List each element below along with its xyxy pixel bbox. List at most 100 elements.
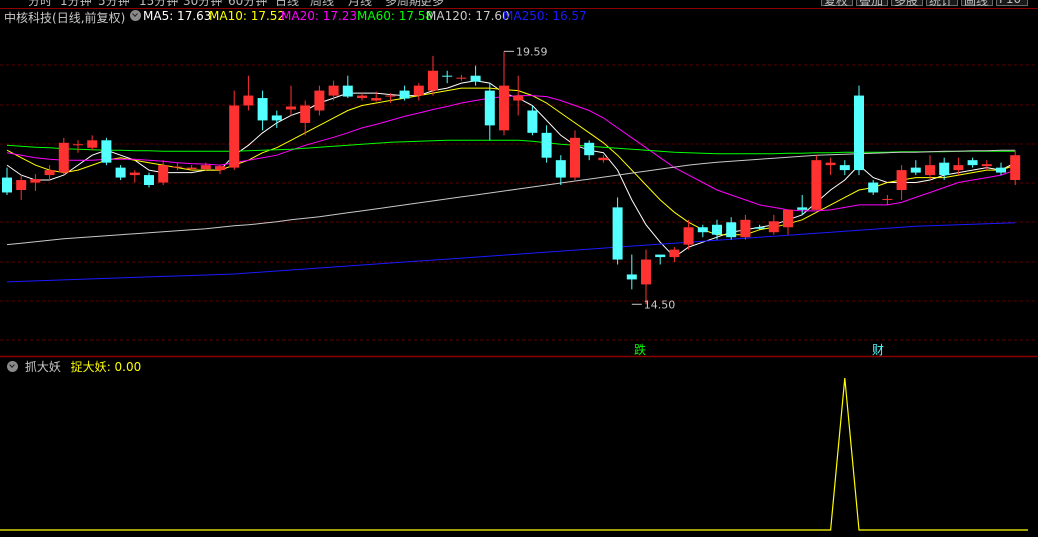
toolbar-button[interactable]: 多股 xyxy=(891,0,923,6)
toolbar-button-label: F10 xyxy=(999,0,1021,6)
candle-body xyxy=(768,221,779,233)
candle xyxy=(16,175,27,200)
candle xyxy=(541,125,552,163)
candle xyxy=(144,172,154,188)
ma-legend-ma5: MA5: 17.63 xyxy=(143,9,212,23)
indicator-line xyxy=(0,377,1028,531)
ma-legend-ma20: MA20: 17.23 xyxy=(281,9,358,23)
toolbar-tab[interactable]: 1分钟 xyxy=(60,0,92,6)
candle xyxy=(712,219,722,240)
candle xyxy=(811,155,822,210)
candle xyxy=(783,209,793,235)
candle-body xyxy=(641,259,651,285)
ma-toggle-icon[interactable] xyxy=(127,9,144,23)
candle-body xyxy=(712,224,722,235)
candle xyxy=(229,90,240,171)
main-grid xyxy=(0,64,1038,341)
candle xyxy=(825,157,836,176)
candle xyxy=(115,165,126,181)
candle xyxy=(967,157,978,168)
candle xyxy=(641,249,651,305)
candle-body xyxy=(981,164,992,167)
candle-body xyxy=(910,167,921,173)
candle xyxy=(626,254,637,290)
stock-chart: 19.59 14.50 跌 财 xyxy=(0,8,1038,531)
toolbar-button[interactable]: 叠加 xyxy=(856,0,888,6)
candle-body xyxy=(967,160,978,166)
candle-body xyxy=(527,110,538,133)
ma-legend-ma10: MA10: 17.52 xyxy=(209,9,286,23)
candle-body xyxy=(342,85,353,97)
candle xyxy=(257,90,268,131)
indicator-toggle-icon[interactable] xyxy=(7,361,18,372)
candle xyxy=(882,194,893,205)
candle xyxy=(499,51,509,136)
toolbar-button[interactable]: 画线 xyxy=(961,0,993,6)
toolbar-tab[interactable]: 5分钟 xyxy=(98,0,130,6)
toolbar-tab[interactable]: 周线 xyxy=(310,0,334,6)
toolbar-button[interactable]: 统计 xyxy=(926,0,958,6)
indicator-name: 抓大妖 xyxy=(24,360,61,374)
candle-body xyxy=(854,95,864,171)
candle-body xyxy=(172,166,183,168)
toolbar-button[interactable]: 复权 xyxy=(821,0,853,6)
candle xyxy=(428,55,438,96)
ma-legend-ma60: MA60: 17.58 xyxy=(357,9,434,23)
candle-body xyxy=(243,95,254,106)
candle-body xyxy=(399,90,410,99)
candle xyxy=(669,247,680,263)
candle-body xyxy=(882,198,893,200)
candle xyxy=(314,85,325,116)
toolbar-tab[interactable]: 分时 xyxy=(28,0,52,6)
candle-body xyxy=(44,170,55,176)
candle xyxy=(44,165,55,181)
toolbar-button[interactable]: F10 xyxy=(996,0,1028,6)
candle-body xyxy=(286,106,296,110)
toolbar-button-label: 多股 xyxy=(894,0,918,6)
toolbar-tab[interactable]: 更多 xyxy=(420,0,444,6)
candle-body xyxy=(314,90,325,111)
main-chart-info-bar: 中核科技(日线,前复权) MA5: 17.63 MA10: 17.52 MA20: … xyxy=(0,8,1038,26)
candle xyxy=(129,170,140,183)
candle xyxy=(527,105,538,136)
candle xyxy=(740,214,751,240)
candle xyxy=(300,100,311,136)
candle xyxy=(854,85,864,176)
candle-body xyxy=(16,180,27,190)
candle xyxy=(172,162,183,171)
candle-body xyxy=(385,95,396,97)
candle xyxy=(768,214,779,235)
toolbar-tab[interactable]: 15分钟 xyxy=(139,0,178,6)
candle xyxy=(697,224,708,238)
stock-title: 中核科技(日线,前复权) xyxy=(4,11,126,25)
toolbar-tab[interactable]: 日线 xyxy=(275,0,299,6)
toolbar-tab[interactable]: 60分钟 xyxy=(228,0,267,6)
toolbar-tab[interactable]: 月线 xyxy=(348,0,372,6)
toolbar-tab[interactable]: 30分钟 xyxy=(183,0,222,6)
candle-body xyxy=(584,142,595,156)
candle xyxy=(286,85,296,116)
candle-body xyxy=(797,207,808,210)
candle-body xyxy=(200,165,211,170)
candle-body xyxy=(357,95,367,99)
candle-body xyxy=(953,165,964,171)
candle-body xyxy=(555,160,566,178)
candle-body xyxy=(612,207,623,260)
candle-body xyxy=(58,142,69,173)
candle-body xyxy=(499,85,509,131)
candle xyxy=(896,165,907,200)
candle-body xyxy=(996,167,1006,173)
candle-body xyxy=(783,209,793,228)
candle xyxy=(442,70,453,84)
toolbar-tab[interactable]: 多周期 xyxy=(385,0,421,6)
indicator-series-label: 捉大妖: 0.00 xyxy=(70,360,142,374)
toolbar-button-label: 复权 xyxy=(824,0,848,6)
candle xyxy=(1010,150,1021,186)
candle-body xyxy=(541,132,552,158)
candle-body xyxy=(144,175,154,186)
candle xyxy=(925,155,935,181)
candle xyxy=(158,160,169,186)
candle-body xyxy=(626,274,637,280)
event-tag-cai: 财 xyxy=(872,343,884,357)
candle-body xyxy=(939,162,950,176)
